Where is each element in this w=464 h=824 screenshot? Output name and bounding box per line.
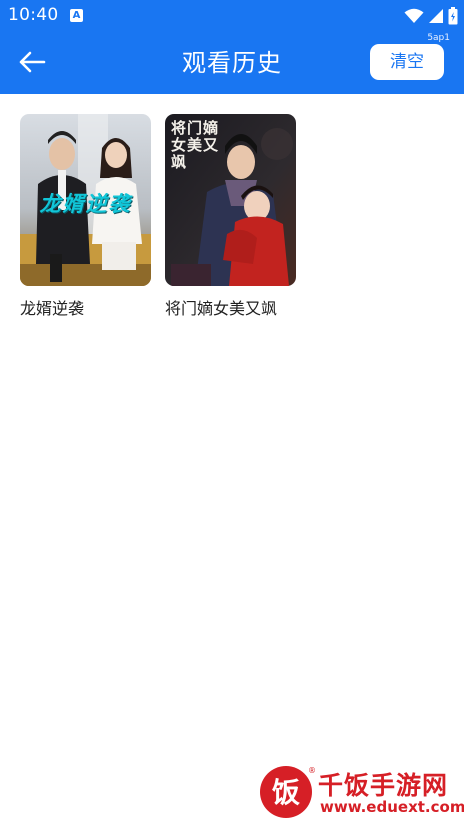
screen: 10:40 A 观看历史 5ap1 清空 龙婿逆袭 龙婿逆袭 将门嫡女美又飒 将…: [0, 0, 464, 824]
signal-icon: [429, 9, 443, 23]
status-time: 10:40: [8, 5, 59, 25]
history-item[interactable]: 龙婿逆袭 龙婿逆袭: [20, 114, 151, 319]
watermark: 饭 ® 千饭手游网 www.eduext.com: [258, 764, 464, 820]
a-icon: A: [70, 9, 83, 22]
history-item[interactable]: 将门嫡女美又飒 将门嫡女美又飒: [165, 114, 296, 319]
clear-button[interactable]: 清空: [370, 44, 444, 80]
poster-image[interactable]: 龙婿逆袭: [20, 114, 151, 286]
status-bar: 10:40 A: [0, 0, 464, 32]
history-grid: 龙婿逆袭 龙婿逆袭 将门嫡女美又飒 将门嫡女美又飒: [20, 114, 296, 319]
watermark-logo: 饭: [260, 766, 312, 818]
poster-image[interactable]: 将门嫡女美又飒: [165, 114, 296, 286]
poster-caption: 龙婿逆袭: [39, 191, 132, 216]
history-item-title: 将门嫡女美又飒: [165, 299, 278, 318]
watermark-url: www.eduext.com: [320, 798, 464, 816]
app-bar: 观看历史 5ap1 清空: [0, 32, 464, 94]
registered-icon: ®: [308, 766, 316, 775]
battery-icon: [448, 7, 458, 25]
build-tag: 5ap1: [427, 33, 450, 43]
watermark-name: 千饭手游网: [318, 771, 449, 800]
status-icons: [404, 7, 458, 25]
watermark-logo-text: 饭: [272, 776, 300, 809]
history-item-title: 龙婿逆袭: [20, 299, 85, 318]
poster-caption: 将门嫡女美又飒: [171, 119, 220, 171]
wifi-icon: [404, 8, 424, 23]
